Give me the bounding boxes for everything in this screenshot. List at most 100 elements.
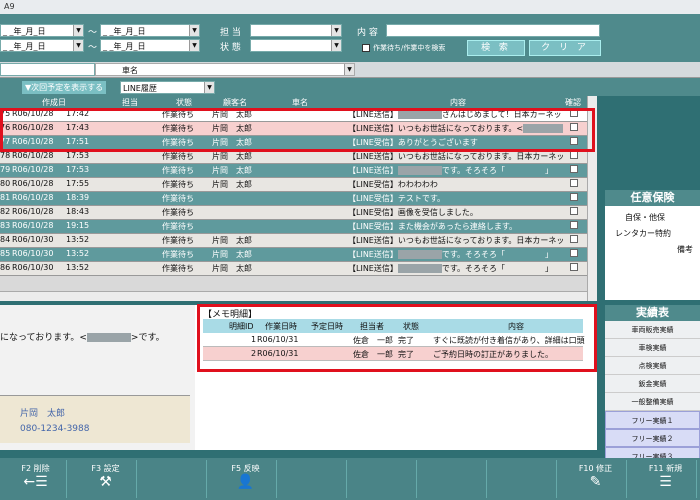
row-content-pre: 【LINE受信】画像を受信しました。: [348, 208, 478, 217]
horizontal-scrollbar[interactable]: [0, 291, 587, 301]
toolbar: ▼次回予定を表示する LINE履歴 ▼: [0, 78, 700, 96]
confirm-checkbox[interactable]: [570, 221, 578, 229]
function-key-7[interactable]: [355, 460, 417, 498]
function-key-icon: 👤: [236, 474, 255, 490]
tanto-select[interactable]: ▼: [250, 24, 342, 37]
function-key-label: F2 削除: [21, 464, 50, 473]
row-time: 17:53: [66, 151, 90, 160]
search-in-progress-checkbox[interactable]: [362, 44, 370, 52]
confirm-checkbox[interactable]: [570, 235, 578, 243]
function-key-bar: F2 削除 ←☰ F3 設定 ⚒ F5 反映 👤 F10 修正 ✎ F11 新規 ☰: [0, 458, 700, 500]
confirm-checkbox[interactable]: [570, 151, 578, 159]
table-row[interactable]: 84 R06/10/30 13:52 作業待ち 片岡 太郎 【LINE送信】いつもお世話に…: [0, 234, 587, 248]
table-row[interactable]: 86 R06/10/30 13:52 作業待ち 片岡 太郎 【LINE送信】 です。そろそろ…: [0, 262, 587, 276]
table-row[interactable]: 78 R06/10/28 17:53 作業待ち 片岡 太郎 【LINE送信】いつもお世話に…: [0, 150, 587, 164]
row-content-post: です。そろそろ「 」: [441, 166, 554, 175]
results-item[interactable]: 車両販売実績: [605, 321, 700, 339]
date-from-field-1[interactable]: _ _年_月_日 ▼: [0, 24, 84, 37]
row-date: R06/10/30: [12, 235, 54, 244]
row-customer: 片岡 太郎: [212, 264, 252, 273]
row-id: 83: [0, 221, 11, 230]
function-key-label: [355, 460, 416, 463]
confirm-checkbox[interactable]: [570, 165, 578, 173]
header-confirm: 確認: [565, 98, 581, 107]
jotai-select[interactable]: ▼: [250, 39, 342, 52]
function-key-2[interactable]: F2 削除 ←☰: [5, 460, 67, 498]
confirm-checkbox[interactable]: [570, 249, 578, 257]
table-row[interactable]: 81 R06/10/28 18:39 作業待ち 【LINE受信】テストです。: [0, 192, 587, 206]
chevron-down-icon[interactable]: ▼: [73, 40, 83, 51]
row-status: 作業待ち: [162, 180, 194, 189]
function-key-label: F3 設定: [91, 464, 120, 473]
function-key-label: [285, 460, 346, 463]
chevron-down-icon[interactable]: ▼: [189, 25, 199, 36]
function-key-9[interactable]: [495, 460, 557, 498]
chevron-down-icon[interactable]: ▼: [189, 40, 199, 51]
function-key-11[interactable]: F11 新規 ☰: [635, 460, 697, 498]
table-row[interactable]: 85 R06/10/30 13:52 作業待ち 片岡 太郎 【LINE送信】 です。そろそろ…: [0, 248, 587, 262]
results-title: 実績表: [605, 305, 700, 321]
function-key-8[interactable]: [425, 460, 487, 498]
row-time: 13:52: [66, 235, 90, 244]
row-date: R06/10/30: [12, 263, 54, 272]
row-time: 13:52: [66, 263, 90, 272]
date-to-value-2: _ _年_月_日: [103, 42, 146, 51]
naiyo-input[interactable]: [386, 24, 600, 37]
row-content: 【LINE受信】また機会があったら連絡します。: [348, 221, 563, 232]
results-item[interactable]: フリー実績１: [605, 411, 700, 429]
chevron-down-icon[interactable]: ▼: [344, 64, 354, 75]
confirm-checkbox[interactable]: [570, 263, 578, 271]
row-time: 13:52: [66, 249, 90, 258]
function-key-icon: ←☰: [23, 474, 48, 490]
vehicle-select[interactable]: 車名 ▼: [95, 63, 355, 76]
table-row[interactable]: 80 R06/10/28 17:55 作業待ち 片岡 太郎 【LINE受信】わわわわわ: [0, 178, 587, 192]
clear-button[interactable]: ク リ ア: [529, 40, 601, 56]
filter-field[interactable]: [0, 63, 95, 76]
highlight-box-rows: [0, 108, 595, 152]
row-customer: 片岡 太郎: [212, 180, 252, 189]
chevron-down-icon[interactable]: ▼: [331, 40, 341, 51]
confirm-checkbox[interactable]: [570, 179, 578, 187]
date-to-field-2[interactable]: _ _年_月_日 ▼: [100, 39, 200, 52]
function-key-6[interactable]: [285, 460, 347, 498]
confirm-checkbox[interactable]: [570, 193, 578, 201]
results-item[interactable]: 一般整備実績: [605, 393, 700, 411]
row-content-pre: 【LINE送信】: [348, 250, 398, 259]
row-id: 80: [0, 179, 11, 188]
date-to-field-1[interactable]: _ _年_月_日 ▼: [100, 24, 200, 37]
chevron-down-icon[interactable]: ▼: [73, 25, 83, 36]
search-button[interactable]: 検 索: [467, 40, 525, 56]
function-key-5[interactable]: F5 反映 👤: [215, 460, 277, 498]
insurance-item-2: 備考: [677, 245, 693, 254]
row-status: 作業待ち: [162, 208, 194, 217]
date-from-value-1: _ _年_月_日: [3, 27, 46, 36]
row-time: 18:43: [66, 207, 90, 216]
results-item[interactable]: フリー実績２: [605, 429, 700, 447]
insurance-item-1: レンタカー特約: [615, 229, 671, 238]
function-key-3[interactable]: F3 設定 ⚒: [75, 460, 137, 498]
results-item[interactable]: 鈑金実績: [605, 375, 700, 393]
confirm-checkbox[interactable]: [570, 207, 578, 215]
row-content: 【LINE送信】 です。そろそろ「 」: [348, 263, 563, 274]
masked-text: [397, 166, 442, 175]
table-row[interactable]: 79 R06/10/28 17:53 作業待ち 片岡 太郎 【LINE送信】 です。そろそろ…: [0, 164, 587, 178]
results-item[interactable]: 車検実績: [605, 339, 700, 357]
table-row[interactable]: 83 R06/10/28 19:15 作業待ち 【LINE受信】また機会があったら連絡し…: [0, 220, 587, 234]
row-content-pre: 【LINE送信】いつもお世話になっております。日本カーネッ: [348, 236, 563, 245]
chevron-down-icon[interactable]: ▼: [331, 25, 341, 36]
checkbox-label: 作業待ち/作業中を検索: [373, 44, 446, 52]
header-status: 状態: [176, 98, 192, 107]
function-key-10[interactable]: F10 修正 ✎: [565, 460, 627, 498]
row-id: 82: [0, 207, 11, 216]
results-panel: 実績表 車両販売実績 車検実績 点検実績 鈑金実績 一般整備実績 フリー実績１ フリー実績２…: [605, 305, 700, 465]
function-key-label: F10 修正: [578, 464, 613, 473]
chevron-down-icon[interactable]: ▼: [204, 82, 214, 93]
row-content-pre: 【LINE送信】いつもお世話になっております。日本カーネッ: [348, 152, 563, 161]
results-item[interactable]: 点検実績: [605, 357, 700, 375]
row-date: R06/10/28: [12, 207, 54, 216]
history-select[interactable]: LINE履歴 ▼: [120, 81, 215, 94]
function-key-4[interactable]: [145, 460, 207, 498]
show-next-schedule-toggle[interactable]: ▼次回予定を表示する: [22, 81, 107, 94]
date-from-field-2[interactable]: _ _年_月_日 ▼: [0, 39, 84, 52]
table-row[interactable]: 82 R06/10/28 18:43 作業待ち 【LINE受信】画像を受信しました。: [0, 206, 587, 220]
